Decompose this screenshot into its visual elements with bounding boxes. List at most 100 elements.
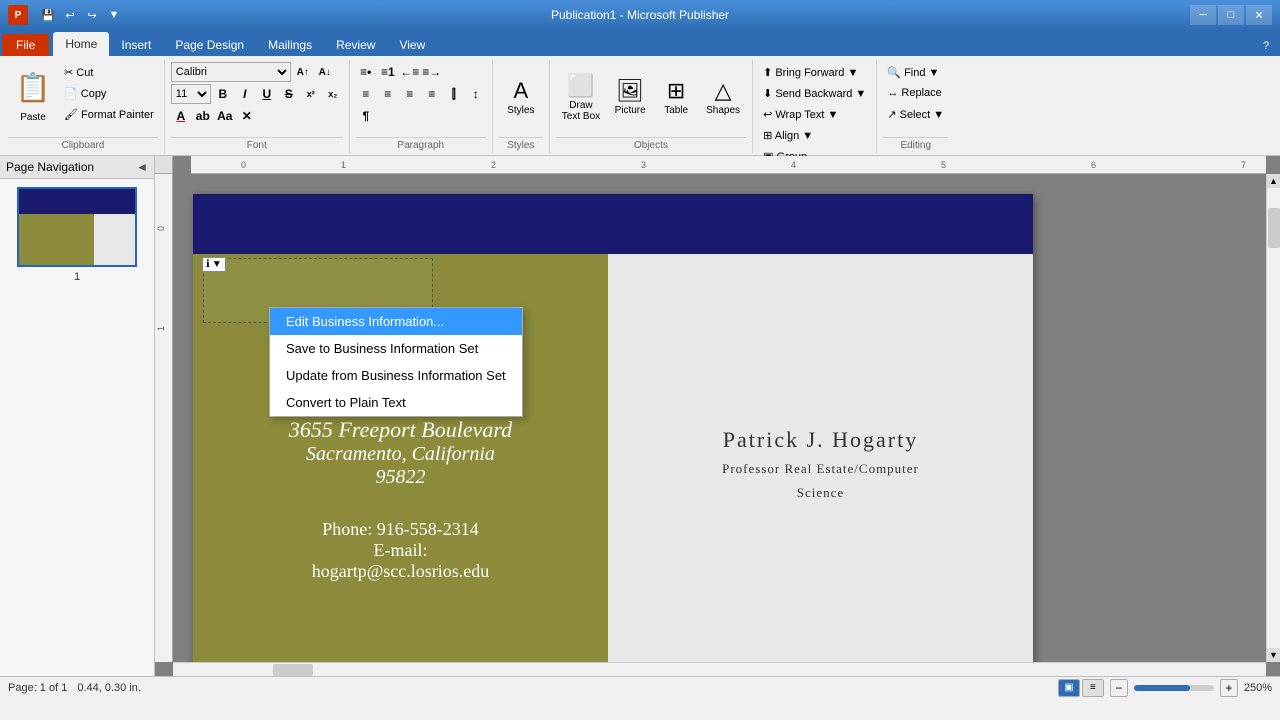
- scroll-up-button[interactable]: ▲: [1267, 174, 1280, 188]
- scroll-down-button[interactable]: ▼: [1267, 648, 1280, 662]
- title-bar: P 💾 ↩ ↪ ▼ Publication1 - Microsoft Publi…: [0, 0, 1280, 30]
- paste-button[interactable]: 📋: [8, 62, 58, 112]
- font-family-select[interactable]: Calibri: [171, 62, 291, 82]
- tab-file[interactable]: File: [2, 34, 49, 56]
- font-size-row: 11 B I U S x² x₂: [171, 84, 343, 104]
- font-grow-button[interactable]: A↑: [293, 62, 313, 82]
- app-logo: P: [8, 5, 28, 25]
- strikethrough-button[interactable]: S: [279, 84, 299, 104]
- find-button[interactable]: 🔍 Find ▼: [883, 62, 943, 82]
- highlight-button[interactable]: ab: [193, 106, 213, 126]
- wrap-text-button[interactable]: ↩ Wrap Text ▼: [759, 104, 842, 124]
- v-scroll-thumb[interactable]: [1268, 208, 1280, 248]
- page-thumbnail-container[interactable]: 1: [17, 187, 137, 283]
- context-menu-item-save[interactable]: Save to Business Information Set: [270, 335, 522, 362]
- qat-more-button[interactable]: ▼: [104, 5, 124, 25]
- send-backward-button[interactable]: ⬇ Send Backward ▼: [759, 83, 870, 103]
- font-group-label: Font: [171, 137, 343, 153]
- bullets-button[interactable]: ≡•: [356, 62, 376, 82]
- justify-button[interactable]: ≡: [422, 84, 442, 104]
- increase-indent-button[interactable]: ≡→: [422, 62, 442, 82]
- clipboard-small-btns: ✂ Cut 📄 Copy 🖌 Format Painter: [60, 62, 158, 124]
- tab-review[interactable]: Review: [324, 34, 387, 56]
- font-size-select[interactable]: 11: [171, 84, 211, 104]
- person-title-line2: Science: [797, 485, 844, 501]
- objects-content: ⬜ DrawText Box 🖼 Picture ⊞ Table △ Shape…: [556, 60, 746, 137]
- subscript-button[interactable]: x₂: [323, 84, 343, 104]
- ruler-corner: [155, 156, 173, 174]
- align-left-button[interactable]: ≡: [356, 84, 376, 104]
- svg-text:0: 0: [156, 226, 166, 231]
- italic-button[interactable]: I: [235, 84, 255, 104]
- styles-content: A Styles: [499, 60, 543, 137]
- ribbon-group-arrange: ⬆ Bring Forward ▼ ⬇ Send Backward ▼ ↩ Wr…: [753, 60, 877, 153]
- underline-button[interactable]: U: [257, 84, 277, 104]
- email-address-line: hogartp@scc.losrios.edu: [312, 561, 490, 582]
- replace-button[interactable]: ↔ Replace: [883, 83, 945, 103]
- close-button[interactable]: ✕: [1246, 5, 1272, 25]
- selection-box[interactable]: ℹ ▼ Edit Business Information...: [203, 258, 433, 323]
- picture-button[interactable]: 🖼 Picture: [608, 62, 652, 134]
- undo-qat-button[interactable]: ↩: [60, 5, 80, 25]
- shapes-icon: △: [715, 80, 732, 102]
- tab-page-design[interactable]: Page Design: [163, 34, 256, 56]
- superscript-button[interactable]: x²: [301, 84, 321, 104]
- zoom-slider[interactable]: [1134, 685, 1214, 691]
- table-button[interactable]: ⊞ Table: [654, 62, 698, 134]
- zoom-in-button[interactable]: +: [1220, 679, 1238, 697]
- format-painter-button[interactable]: 🖌 Format Painter: [60, 104, 158, 124]
- paragraph-mark-button[interactable]: ¶: [356, 106, 376, 126]
- numbering-button[interactable]: ≡1: [378, 62, 398, 82]
- align-right-button[interactable]: ≡: [400, 84, 420, 104]
- publication-page[interactable]: ℹ ▼ Edit Business Information...: [193, 194, 1033, 662]
- normal-view-button[interactable]: ▣: [1058, 679, 1080, 697]
- line-spacing-button[interactable]: ↕: [466, 84, 486, 104]
- decrease-indent-button[interactable]: ←≡: [400, 62, 420, 82]
- zoom-out-button[interactable]: −: [1110, 679, 1128, 697]
- canvas-area[interactable]: 0 1 2 3 4 5 6 7 0 1: [155, 156, 1280, 676]
- email-label-line: E-mail:: [312, 540, 490, 561]
- cut-button[interactable]: ✂ Cut: [60, 62, 158, 82]
- draw-text-box-button[interactable]: ⬜ DrawText Box: [556, 62, 606, 134]
- zip-code: 95822: [289, 466, 512, 489]
- tab-home[interactable]: Home: [53, 32, 109, 56]
- context-menu-item-edit[interactable]: Edit Business Information...: [270, 308, 522, 335]
- font-content: Calibri A↑ A↓ 11 B I U S x² x₂ A ab Aa: [171, 60, 343, 137]
- tab-insert[interactable]: Insert: [109, 34, 163, 56]
- columns-button[interactable]: ⫿: [444, 84, 464, 104]
- styles-button[interactable]: A Styles: [499, 62, 543, 134]
- bring-forward-button[interactable]: ⬆ Bring Forward ▼: [759, 62, 862, 82]
- help-button[interactable]: ?: [1256, 36, 1276, 56]
- maximize-button[interactable]: □: [1218, 5, 1244, 25]
- horizontal-scrollbar[interactable]: [173, 662, 1266, 676]
- redo-qat-button[interactable]: ↪: [82, 5, 102, 25]
- clear-format-button[interactable]: ✕: [237, 106, 257, 126]
- case-button[interactable]: Aa: [215, 106, 235, 126]
- position-info: 0.44, 0.30 in.: [77, 682, 141, 694]
- tab-view[interactable]: View: [387, 34, 437, 56]
- bold-button[interactable]: B: [213, 84, 233, 104]
- context-menu-item-update[interactable]: Update from Business Information Set: [270, 362, 522, 389]
- context-menu-item-convert[interactable]: Convert to Plain Text: [270, 389, 522, 416]
- select-button[interactable]: ↗ Select ▼: [883, 104, 948, 124]
- font-shrink-button[interactable]: A↓: [315, 62, 335, 82]
- align-center-button[interactable]: ≡: [378, 84, 398, 104]
- vertical-scrollbar[interactable]: ▲ ▼: [1266, 174, 1280, 662]
- page-top-bar: [193, 194, 1033, 254]
- minimize-button[interactable]: ─: [1190, 5, 1216, 25]
- align-arrange-button[interactable]: ⊞ Align ▼: [759, 125, 817, 145]
- smart-tag[interactable]: ℹ ▼: [202, 257, 226, 272]
- canvas-scroll[interactable]: ℹ ▼ Edit Business Information...: [173, 174, 1266, 662]
- edit-business-info-label: Edit Business Information...: [286, 314, 444, 329]
- ribbon-group-editing: 🔍 Find ▼ ↔ Replace ↗ Select ▼ Editing: [877, 60, 954, 153]
- font-color-button[interactable]: A: [171, 106, 191, 126]
- sidebar-collapse-button[interactable]: ◄: [136, 160, 148, 174]
- sidebar-header: Page Navigation ◄: [0, 156, 154, 179]
- objects-group-label: Objects: [556, 137, 746, 153]
- copy-button[interactable]: 📄 Copy: [60, 83, 158, 103]
- h-scroll-thumb[interactable]: [273, 664, 313, 676]
- outline-view-button[interactable]: ≡: [1082, 679, 1104, 697]
- tab-mailings[interactable]: Mailings: [256, 34, 324, 56]
- save-qat-button[interactable]: 💾: [38, 5, 58, 25]
- shapes-button[interactable]: △ Shapes: [700, 62, 746, 134]
